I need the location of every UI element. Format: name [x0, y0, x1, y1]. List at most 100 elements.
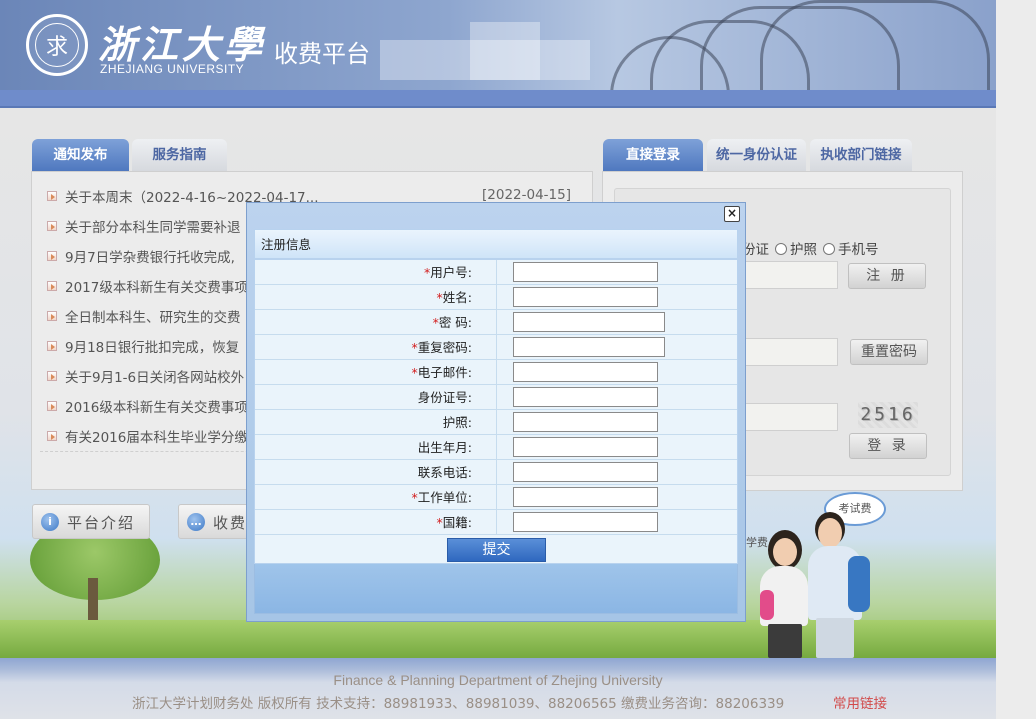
form-field-text: 用户号:: [430, 265, 472, 280]
radio-phone-label: 手机号: [838, 242, 879, 258]
form-row: *国籍:: [255, 510, 737, 535]
login-type-radios: 份证 护照 手机号: [742, 238, 879, 258]
birth-date-input[interactable]: [513, 437, 658, 457]
form-row: *重复密码:: [255, 335, 737, 360]
form-row: *工作单位:: [255, 485, 737, 510]
right-gutter: [996, 0, 1036, 719]
radio-passport[interactable]: [775, 243, 787, 255]
username-field[interactable]: [738, 261, 838, 289]
dialog-footer: [254, 564, 738, 614]
bullet-icon: [47, 251, 57, 261]
form-field-label: *工作单位:: [255, 485, 497, 510]
form-field-text: 工作单位:: [417, 490, 472, 505]
phone-input[interactable]: [513, 462, 658, 482]
notice-item[interactable]: 关于部分本科生同学需要补退: [65, 216, 241, 236]
nationality-input[interactable]: [513, 512, 658, 532]
login-button[interactable]: 登 录: [849, 433, 927, 459]
building-graphic: [470, 22, 540, 80]
header-banner: 求 浙江大學 ZHEJIANG UNIVERSITY 收费平台: [0, 0, 996, 90]
university-name-en: ZHEJIANG UNIVERSITY: [100, 62, 245, 76]
captcha-field[interactable]: [738, 403, 838, 431]
bullet-icon: [47, 341, 57, 351]
notice-date: [2022-04-15]: [482, 187, 571, 203]
form-field-text: 重复密码:: [417, 340, 472, 355]
user-id-input[interactable]: [513, 262, 658, 282]
submit-button[interactable]: 提交: [447, 538, 546, 562]
radio-phone[interactable]: [823, 243, 835, 255]
form-field-text: 联系电话:: [417, 465, 472, 480]
info-icon: i: [41, 513, 59, 531]
bullet-icon: [47, 191, 57, 201]
form-row: 出生年月:: [255, 435, 737, 460]
footer-copyright: 浙江大学计划财务处 版权所有 技术支持：88981933、88981039、88…: [132, 696, 785, 712]
form-field-label: 身份证号:: [255, 385, 497, 410]
form-row: 身份证号:: [255, 385, 737, 410]
password-field[interactable]: [738, 338, 838, 366]
form-field-text: 身份证号:: [417, 390, 472, 405]
form-field-label: *用户号:: [255, 260, 497, 285]
platform-intro-label: 平台介绍: [67, 514, 136, 532]
tab-department-links[interactable]: 执收部门链接: [810, 139, 912, 171]
student-boy-legs: [816, 618, 854, 658]
student-girl-face: [773, 538, 797, 566]
notice-item[interactable]: 9月7日学杂费银行托收完成,: [65, 246, 235, 266]
chat-icon: …: [187, 513, 205, 531]
reset-password-button[interactable]: 重置密码: [850, 339, 928, 365]
header-band: [0, 90, 996, 108]
bullet-icon: [47, 401, 57, 411]
tab-direct-login[interactable]: 直接登录: [603, 139, 703, 171]
footer-english: Finance & Planning Department of Zhejing…: [333, 672, 663, 688]
form-row: 联系电话:: [255, 460, 737, 485]
tab-notices[interactable]: 通知发布: [32, 139, 129, 171]
notice-item[interactable]: 2016级本科新生有关交费事项: [65, 396, 248, 416]
work-unit-input[interactable]: [513, 487, 658, 507]
name-input[interactable]: [513, 287, 658, 307]
form-field-label: *密 码:: [255, 310, 497, 335]
email-input[interactable]: [513, 362, 658, 382]
passport-input[interactable]: [513, 412, 658, 432]
bullet-icon: [47, 311, 57, 321]
form-row: *姓名:: [255, 285, 737, 310]
form-field-label: *姓名:: [255, 285, 497, 310]
form-row: *密 码:: [255, 310, 737, 335]
notice-item[interactable]: 全日制本科生、研究生的交费: [65, 306, 241, 326]
form-field-text: 出生年月:: [417, 440, 472, 455]
form-field-label: 联系电话:: [255, 460, 497, 485]
form-field-text: 电子邮件:: [417, 365, 472, 380]
bullet-icon: [47, 221, 57, 231]
fee-tag: 学费: [746, 536, 768, 549]
register-button[interactable]: 注 册: [848, 263, 926, 289]
form-field-label: *电子邮件:: [255, 360, 497, 385]
platform-title: 收费平台: [274, 40, 370, 68]
form-field-label: *国籍:: [255, 510, 497, 535]
bullet-icon: [47, 371, 57, 381]
tab-service-guide[interactable]: 服务指南: [132, 139, 227, 171]
form-field-label: *重复密码:: [255, 335, 497, 360]
dialog-title: 注册信息: [254, 229, 738, 259]
student-girl-legs: [768, 624, 802, 658]
repeat-password-input[interactable]: [513, 337, 665, 357]
university-name-cn: 浙江大學: [98, 22, 267, 67]
radio-idcard-label: 份证: [742, 242, 769, 258]
notice-item[interactable]: 有关2016届本科生毕业学分缴: [65, 426, 248, 446]
tab-unified-auth[interactable]: 统一身份认证: [707, 139, 806, 171]
backpack-graphic: [760, 590, 774, 620]
tree-trunk-graphic: [88, 578, 98, 626]
notice-item[interactable]: 关于9月1-6日关闭各网站校外: [65, 366, 244, 386]
notice-item[interactable]: 9月18日银行批扣完成，恢复: [65, 336, 239, 356]
password-input[interactable]: [513, 312, 665, 332]
id-number-input[interactable]: [513, 387, 658, 407]
form-row: *用户号:: [255, 260, 737, 285]
university-seal-icon: 求: [26, 14, 88, 76]
notice-item[interactable]: 2017级本科新生有关交费事项: [65, 276, 248, 296]
captcha-image[interactable]: 2516: [858, 402, 918, 428]
footer-common-links[interactable]: 常用链接: [833, 692, 887, 712]
close-icon[interactable]: ×: [724, 206, 740, 222]
student-boy-face: [818, 518, 842, 548]
backpack-graphic: [848, 556, 870, 612]
form-field-text: 密 码:: [438, 315, 472, 330]
platform-intro-button[interactable]: i 平台介绍: [32, 504, 150, 539]
form-row: 护照:: [255, 410, 737, 435]
form-field-text: 姓名:: [442, 290, 472, 305]
bullet-icon: [47, 281, 57, 291]
